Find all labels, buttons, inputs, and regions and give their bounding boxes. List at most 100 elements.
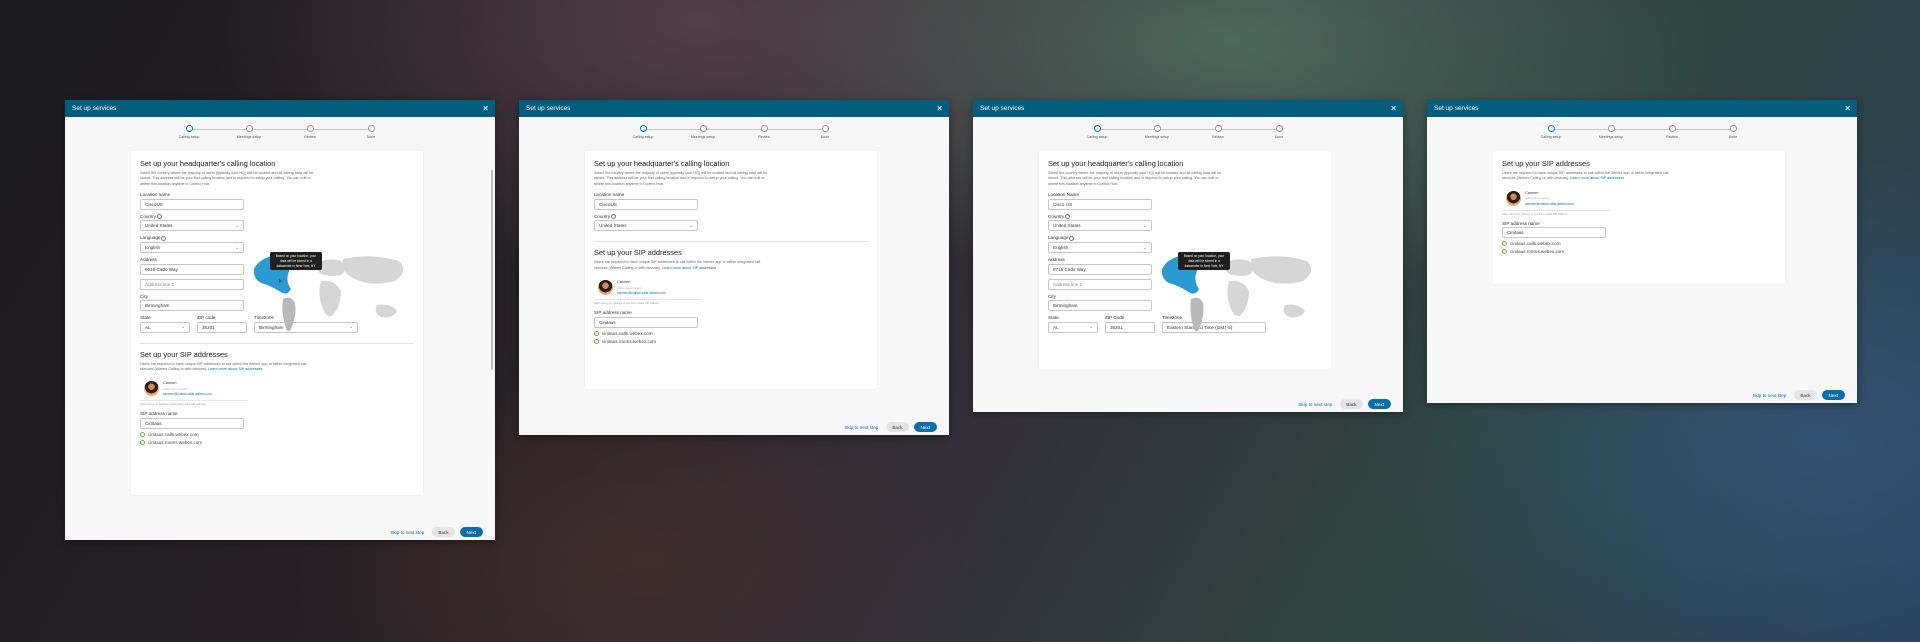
- country-select[interactable]: United States ⌄: [140, 220, 244, 232]
- step-calling-setup: Calling setup: [618, 125, 668, 139]
- check-circle-icon: [594, 330, 599, 336]
- country-select[interactable]: United States ⌄: [1048, 220, 1152, 232]
- step-calling-setup: Calling setup: [1072, 125, 1122, 139]
- chevron-down-icon: ⌄: [1142, 222, 1147, 229]
- location-description: Select the country where the majority of…: [140, 171, 314, 186]
- step-meetings-setup: Meetings setup: [678, 125, 728, 139]
- scrollbar[interactable]: [491, 170, 493, 370]
- chevron-down-icon: ⌄: [234, 244, 239, 251]
- dialog-titlebar: Set up services ✕: [65, 100, 495, 117]
- step-dot-icon: [1607, 125, 1615, 132]
- setup-card: Set up your headquarter's calling locati…: [585, 151, 877, 389]
- setup-card: Set up your headquarter's calling locati…: [1039, 151, 1331, 369]
- next-button[interactable]: Next: [1821, 390, 1845, 400]
- location-name-input[interactable]: CiscoUS: [140, 198, 244, 210]
- close-icon[interactable]: ✕: [482, 104, 489, 113]
- stepper: Calling setup Meetings setup Review Done: [633, 117, 834, 145]
- map-tooltip: Based on your location, your data will b…: [1178, 252, 1230, 271]
- address-line2-input[interactable]: Address line 2: [140, 278, 244, 290]
- domain-item: cinitaus.rooms.webex.com: [594, 338, 868, 344]
- close-icon[interactable]: ✕: [1844, 104, 1851, 113]
- language-select[interactable]: English ⌄: [140, 242, 244, 254]
- skip-link[interactable]: Skip to next step: [1752, 393, 1786, 398]
- step-review: Review: [739, 125, 789, 139]
- domain-item: cinitaus.calls.webex.com: [1502, 241, 1776, 247]
- dialog-title: Set up services: [526, 105, 571, 112]
- skip-link[interactable]: Skip to next step: [390, 530, 424, 535]
- info-icon[interactable]: [611, 213, 617, 219]
- city-input[interactable]: Birmingham: [1048, 300, 1152, 312]
- back-button[interactable]: Back: [1794, 390, 1817, 400]
- location-name-input[interactable]: CiscoUS: [594, 198, 698, 210]
- step-dot-icon: [1275, 125, 1283, 132]
- dialog-footer: Skip to next step Back Next: [1298, 399, 1391, 409]
- state-select[interactable]: AL ⌄: [140, 321, 190, 333]
- address-line2-input[interactable]: Address line 2: [1048, 278, 1152, 290]
- info-icon[interactable]: [1065, 213, 1071, 219]
- state-select[interactable]: AL ⌄: [1048, 321, 1098, 333]
- step-dot-icon: [821, 125, 829, 132]
- dialog-title: Set up services: [1434, 105, 1479, 112]
- check-circle-icon: [1502, 249, 1507, 255]
- address-line1-input[interactable]: 9615 Cirdo Way: [140, 263, 244, 275]
- skip-link[interactable]: Skip to next step: [1298, 402, 1332, 407]
- location-name-input[interactable]: Cisco US: [1048, 198, 1152, 210]
- avatar: [1506, 190, 1521, 206]
- learn-more-link[interactable]: Learn more about SIP addresses: [208, 367, 262, 371]
- sip-heading: Set up your SIP addresses: [594, 248, 682, 258]
- step-dot-icon: [760, 125, 768, 132]
- step-dot-icon: [699, 125, 707, 132]
- profile-preview: Carmen Admin at company carmen@cinitus.c…: [140, 377, 248, 402]
- sip-address-name-input[interactable]: Cinitaus: [1502, 227, 1606, 239]
- back-button[interactable]: Back: [432, 527, 455, 537]
- learn-more-link[interactable]: Learn more about SIP addresses: [1570, 176, 1624, 180]
- step-meetings-setup: Meetings setup: [224, 125, 274, 139]
- profile-preview: Carmen Admin at company carmen@cinitus.c…: [594, 276, 702, 301]
- step-review: Review: [1647, 125, 1697, 139]
- address-line1-input[interactable]: 9715 Cirdo Way: [1048, 263, 1152, 275]
- info-icon[interactable]: [161, 235, 167, 241]
- profile-preview: Carmen Admin at company carmen@cinitus.c…: [1502, 187, 1610, 211]
- step-dot-icon: [1729, 125, 1737, 132]
- back-button[interactable]: Back: [886, 422, 909, 432]
- dialog-titlebar: Set up services ✕: [519, 100, 949, 117]
- country-select[interactable]: United States ⌄: [594, 220, 698, 232]
- info-icon[interactable]: [157, 213, 163, 219]
- step-dot-icon: [185, 125, 193, 132]
- sip-address-name-input[interactable]: Cinitaus: [594, 316, 698, 328]
- setup-card: Set up your headquarter's calling locati…: [131, 151, 423, 495]
- step-review: Review: [1193, 125, 1243, 139]
- dialog-1: Set up services ✕ Calling setup Meetings…: [65, 100, 495, 540]
- sip-heading: Set up your SIP addresses: [140, 349, 228, 359]
- check-circle-icon: [594, 338, 599, 344]
- close-icon[interactable]: ✕: [936, 104, 943, 113]
- dialog-4: Set up services ✕ Calling setup Meetings…: [1427, 100, 1857, 403]
- next-button[interactable]: Next: [1367, 399, 1391, 409]
- step-done: Done: [1254, 125, 1304, 139]
- domain-item: cinitaus.rooms.webex.com: [140, 439, 414, 445]
- stepper: Calling setup Meetings setup Review Done: [179, 117, 380, 145]
- language-select[interactable]: English ⌄: [1048, 242, 1152, 254]
- chevron-down-icon: ⌄: [1142, 244, 1147, 251]
- learn-more-link[interactable]: Learn more about SIP addresses: [662, 266, 716, 270]
- step-dot-icon: [306, 125, 314, 132]
- zip-input[interactable]: 35201: [1105, 321, 1155, 333]
- step-calling-setup: Calling setup: [164, 125, 214, 139]
- step-dot-icon: [1153, 125, 1161, 132]
- domain-item: cinitaus.calls.webex.com: [140, 431, 414, 437]
- zip-input[interactable]: 35201: [197, 321, 247, 333]
- avatar: [598, 280, 613, 296]
- domain-item: cinitaus.rooms.webex.com: [1502, 249, 1776, 255]
- next-button[interactable]: Next: [459, 527, 483, 537]
- check-circle-icon: [1502, 241, 1507, 247]
- back-button[interactable]: Back: [1340, 399, 1363, 409]
- info-icon[interactable]: [1069, 235, 1075, 241]
- close-icon[interactable]: ✕: [1390, 104, 1397, 113]
- dialog-title: Set up services: [72, 105, 117, 112]
- next-button[interactable]: Next: [913, 422, 937, 432]
- sip-address-name-input[interactable]: Cinitaus: [140, 417, 244, 429]
- map-tooltip: Based on your location, your data will b…: [270, 252, 322, 271]
- dialog-titlebar: Set up services ✕: [1427, 100, 1857, 117]
- skip-link[interactable]: Skip to next step: [844, 425, 878, 430]
- city-input[interactable]: Birmingham: [140, 300, 244, 312]
